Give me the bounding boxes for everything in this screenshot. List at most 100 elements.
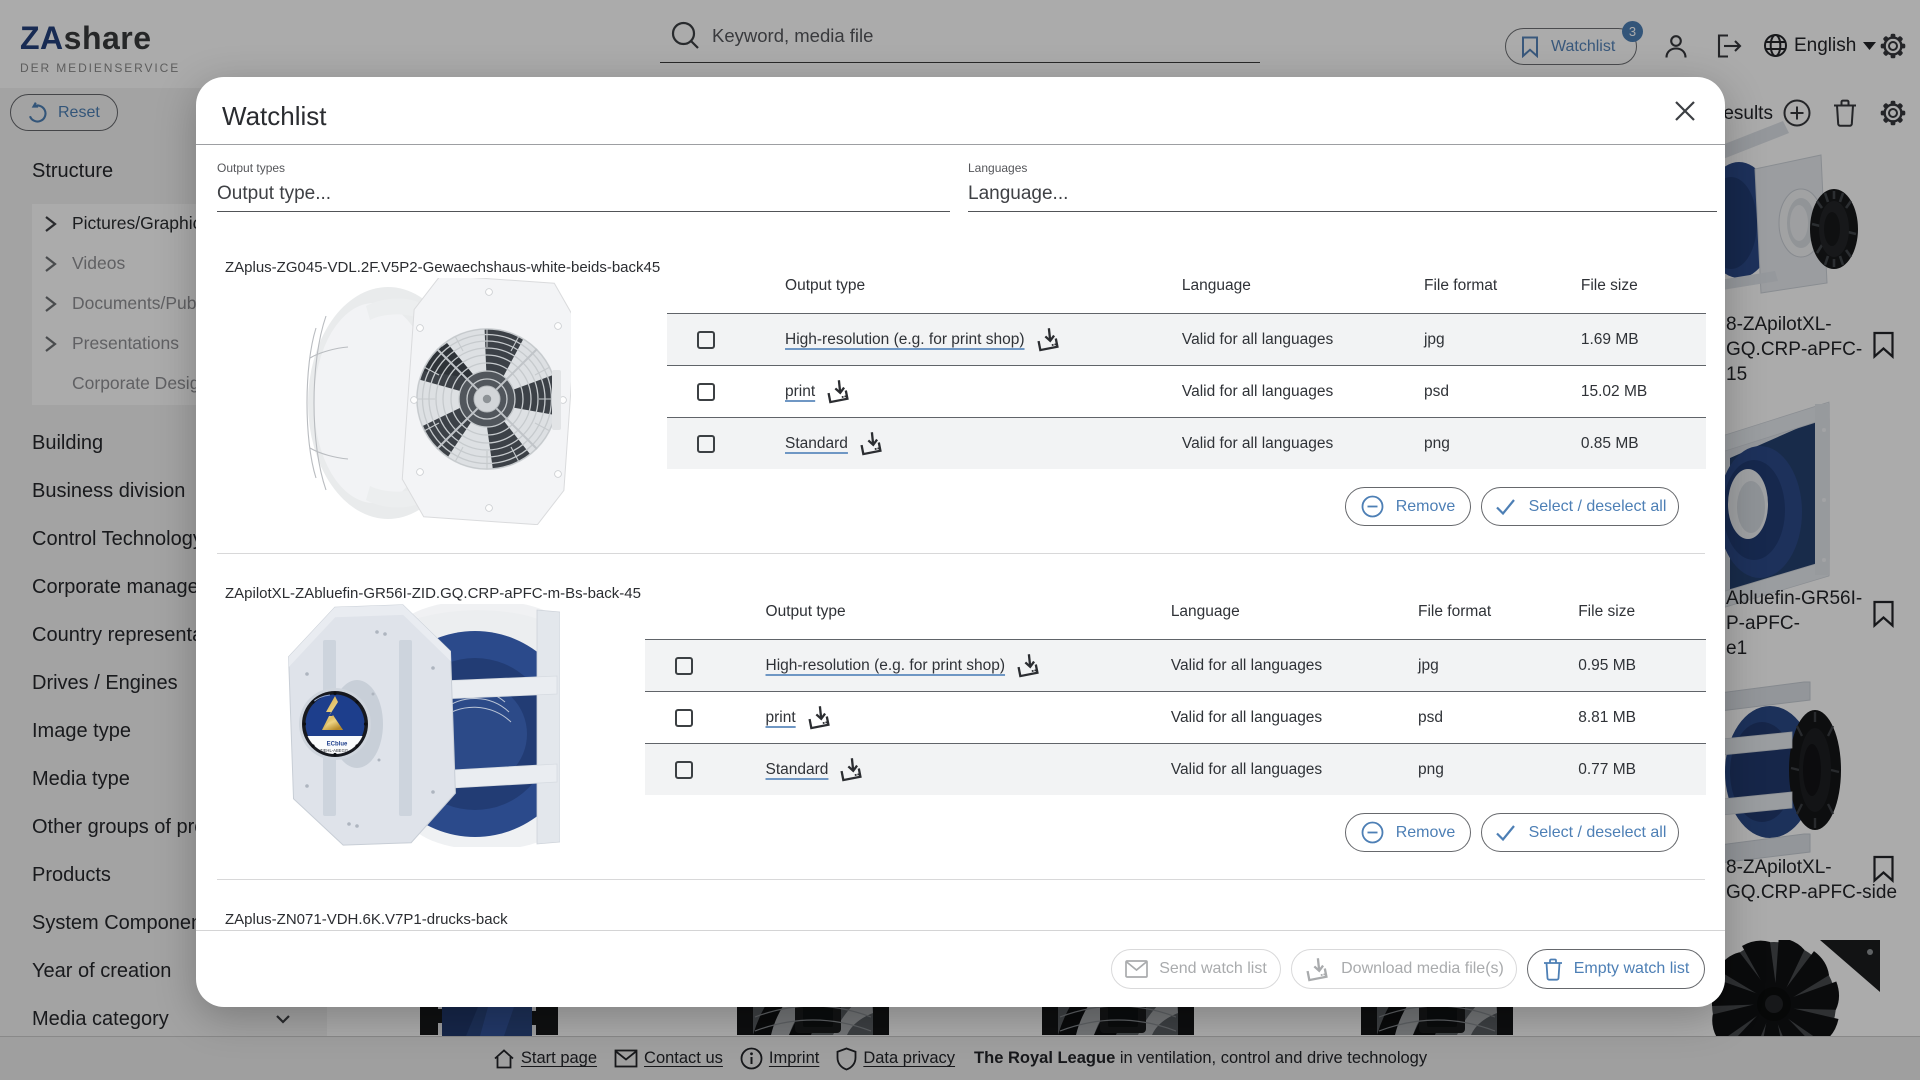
column-header-file-size: File size bbox=[1578, 603, 1706, 621]
svg-text:ECblue: ECblue bbox=[327, 742, 348, 748]
column-header-output-type: Output type bbox=[766, 603, 1171, 621]
output-type-link[interactable]: High-resolution (e.g. for print shop) bbox=[766, 657, 1006, 675]
select-deselect-all-label: Select / deselect all bbox=[1529, 824, 1667, 842]
minus-circle-icon bbox=[1361, 495, 1384, 518]
output-type-filter-value[interactable]: Output type... bbox=[217, 183, 331, 205]
output-type-link[interactable]: print bbox=[785, 383, 815, 401]
media-title: ZApilotXL-ZAbluefin-GR56I-ZID.GQ.CRP-aPF… bbox=[225, 585, 641, 602]
media-thumbnail[interactable] bbox=[300, 278, 571, 525]
filter-underline bbox=[968, 211, 1717, 212]
remove-button-label: Remove bbox=[1396, 824, 1456, 842]
cell-file-size: 1.69 MB bbox=[1581, 331, 1706, 349]
select-deselect-all-button[interactable]: Select / deselect all bbox=[1481, 487, 1679, 526]
cell-file-size: 0.85 MB bbox=[1581, 435, 1706, 453]
cell-language: Valid for all languages bbox=[1171, 657, 1418, 675]
cell-file-format: png bbox=[1424, 435, 1581, 453]
table-row: print Valid for all languages psd 8.81 M… bbox=[645, 691, 1706, 743]
checkbox-cell bbox=[645, 657, 766, 675]
cell-file-size: 0.77 MB bbox=[1578, 761, 1706, 779]
select-deselect-all-label: Select / deselect all bbox=[1529, 498, 1667, 516]
column-header-language: Language bbox=[1171, 603, 1418, 621]
media-thumbnail[interactable]: ECblue ZIEHL-ABEGG bbox=[287, 604, 560, 847]
media-title: ZAplus-ZG045-VDL.2F.V5P2-Gewaechshaus-wh… bbox=[225, 259, 660, 276]
row-checkbox[interactable] bbox=[697, 435, 715, 453]
output-type-cell: Standard bbox=[766, 757, 1171, 782]
centrifugal-fan-image: ECblue ZIEHL-ABEGG bbox=[287, 604, 560, 847]
checkbox-cell bbox=[645, 709, 766, 727]
cell-file-size: 15.02 MB bbox=[1581, 383, 1706, 401]
watchlist-modal: Watchlist Output types Output type... La… bbox=[196, 77, 1725, 1007]
row-checkbox[interactable] bbox=[675, 761, 693, 779]
table-header-row: Output type Language File format File si… bbox=[645, 603, 1706, 639]
output-type-cell: High-resolution (e.g. for print shop) bbox=[785, 327, 1182, 352]
output-type-link[interactable]: print bbox=[766, 709, 796, 727]
download-media-files-button[interactable]: Download media file(s) bbox=[1291, 949, 1517, 989]
cell-file-format: psd bbox=[1424, 383, 1581, 401]
send-watchlist-button[interactable]: Send watch list bbox=[1111, 949, 1281, 989]
download-icon[interactable] bbox=[825, 379, 851, 404]
cell-language: Valid for all languages bbox=[1182, 331, 1424, 349]
download-icon bbox=[1304, 957, 1330, 982]
envelope-icon bbox=[1125, 960, 1148, 978]
media-title: ZAplus-ZN071-VDH.6K.V7P1-drucks-back bbox=[225, 911, 508, 928]
output-type-link[interactable]: Standard bbox=[766, 761, 829, 779]
cell-language: Valid for all languages bbox=[1182, 435, 1424, 453]
download-icon[interactable] bbox=[806, 705, 832, 730]
row-checkbox[interactable] bbox=[675, 709, 693, 727]
output-type-link[interactable]: Standard bbox=[785, 435, 848, 453]
cell-language: Valid for all languages bbox=[1171, 761, 1418, 779]
check-icon bbox=[1494, 823, 1517, 843]
media-files-table: Output type Language File format File si… bbox=[645, 603, 1706, 795]
filter-underline bbox=[217, 211, 950, 212]
download-icon[interactable] bbox=[838, 757, 864, 782]
item-divider bbox=[217, 553, 1705, 554]
download-icon[interactable] bbox=[858, 431, 884, 456]
row-checkbox[interactable] bbox=[697, 383, 715, 401]
output-type-cell: print bbox=[785, 379, 1182, 404]
table-header-row: Output type Language File format File si… bbox=[667, 277, 1706, 313]
download-icon[interactable] bbox=[1015, 653, 1041, 678]
modal-footer: Send watch list Download media file(s) E… bbox=[196, 930, 1725, 1007]
cell-file-format: png bbox=[1418, 761, 1578, 779]
output-type-cell: Standard bbox=[785, 431, 1182, 456]
trash-icon bbox=[1543, 958, 1563, 981]
cell-file-format: jpg bbox=[1418, 657, 1578, 675]
empty-watchlist-button[interactable]: Empty watch list bbox=[1527, 949, 1705, 989]
output-type-cell: High-resolution (e.g. for print shop) bbox=[766, 653, 1171, 678]
table-row: print Valid for all languages psd 15.02 … bbox=[667, 365, 1706, 417]
remove-button[interactable]: Remove bbox=[1345, 487, 1471, 526]
axial-fan-image bbox=[300, 278, 571, 525]
output-type-link[interactable]: High-resolution (e.g. for print shop) bbox=[785, 331, 1025, 349]
download-icon[interactable] bbox=[1035, 327, 1061, 352]
column-header-file-size: File size bbox=[1581, 277, 1706, 295]
download-media-files-label: Download media file(s) bbox=[1341, 960, 1504, 978]
send-watchlist-label: Send watch list bbox=[1159, 960, 1267, 978]
language-filter-value[interactable]: Language... bbox=[968, 183, 1068, 205]
cell-file-size: 8.81 MB bbox=[1578, 709, 1706, 727]
checkbox-cell bbox=[645, 761, 766, 779]
table-row: Standard Valid for all languages png 0.7… bbox=[645, 743, 1706, 795]
item-actions: Remove Select / deselect all bbox=[1345, 487, 1679, 526]
empty-watchlist-label: Empty watch list bbox=[1574, 960, 1690, 978]
output-type-cell: print bbox=[766, 705, 1171, 730]
check-icon bbox=[1494, 497, 1517, 517]
item-actions: Remove Select / deselect all bbox=[1345, 813, 1679, 852]
modal-title: Watchlist bbox=[222, 101, 327, 132]
media-files-table: Output type Language File format File si… bbox=[667, 277, 1706, 469]
row-checkbox[interactable] bbox=[675, 657, 693, 675]
cell-language: Valid for all languages bbox=[1182, 383, 1424, 401]
select-deselect-all-button[interactable]: Select / deselect all bbox=[1481, 813, 1679, 852]
checkbox-cell bbox=[667, 331, 785, 349]
row-checkbox[interactable] bbox=[697, 331, 715, 349]
column-header-file-format: File format bbox=[1418, 603, 1578, 621]
modal-header: Watchlist bbox=[196, 77, 1725, 145]
cell-file-size: 0.95 MB bbox=[1578, 657, 1706, 675]
remove-button[interactable]: Remove bbox=[1345, 813, 1471, 852]
checkbox-cell bbox=[667, 383, 785, 401]
table-row: Standard Valid for all languages png 0.8… bbox=[667, 417, 1706, 469]
column-header-output-type: Output type bbox=[785, 277, 1182, 295]
table-row: High-resolution (e.g. for print shop) Va… bbox=[667, 313, 1706, 365]
close-icon[interactable] bbox=[1672, 98, 1698, 124]
column-header-language: Language bbox=[1182, 277, 1424, 295]
remove-button-label: Remove bbox=[1396, 498, 1456, 516]
